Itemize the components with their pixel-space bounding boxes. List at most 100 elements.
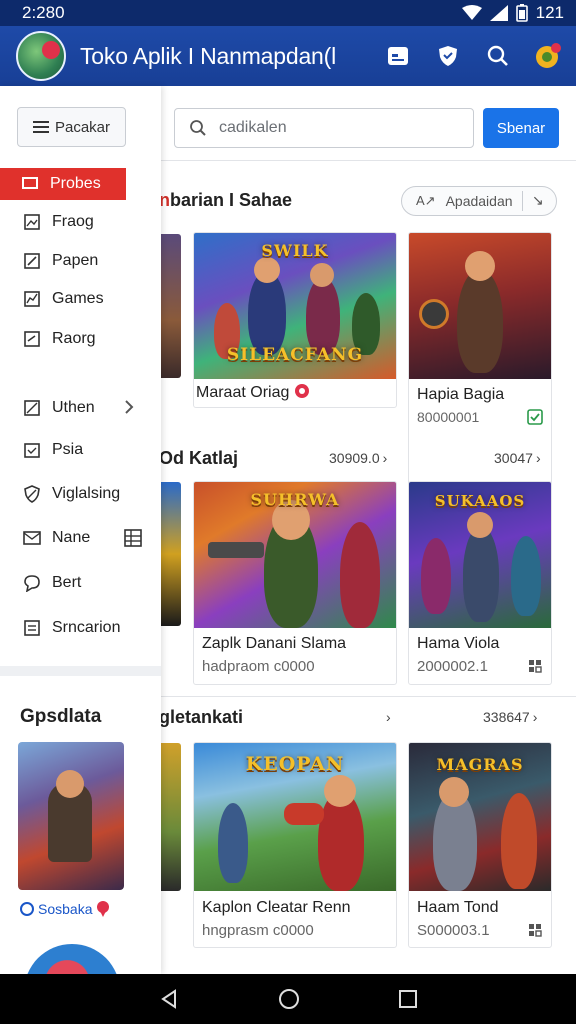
game-card[interactable]: SWILK SILEACFANG Maraat Oriag — [193, 232, 397, 408]
art-title: SILEACFANG — [226, 345, 364, 365]
game-card-name: Zaplk Danani Slama — [202, 635, 347, 652]
search-icon — [190, 120, 206, 136]
nav-item-label: Psia — [52, 441, 84, 458]
card-peek[interactable] — [161, 743, 181, 891]
section-link-left[interactable]: 30909.0 › — [329, 450, 387, 466]
nav-item-label: Raorg — [52, 330, 96, 347]
game-card[interactable]: MAGRAS Haam Tond S000003.1 — [408, 742, 552, 948]
back-icon[interactable] — [158, 988, 180, 1010]
drawer-divider — [0, 666, 161, 676]
nav-item-fraog[interactable]: Fraog — [0, 205, 94, 239]
system-navigation-bar — [0, 974, 576, 1024]
nav-item-papen[interactable]: Papen — [0, 244, 98, 278]
nav-item-psia[interactable]: Psia — [0, 433, 83, 467]
featured-game-image[interactable] — [18, 742, 124, 890]
arrow-icon[interactable]: ↘ — [532, 192, 544, 209]
search-divider — [161, 160, 576, 161]
status-icons: 121 — [461, 3, 564, 23]
nav-item-srncarion[interactable]: Srncarion — [0, 611, 120, 645]
search-input[interactable] — [219, 119, 459, 137]
profile-avatar-icon[interactable] — [532, 40, 564, 72]
card-peek[interactable] — [161, 234, 181, 378]
nav-item-games[interactable]: Games — [0, 282, 104, 316]
chevron-right-icon — [125, 400, 134, 414]
nav-item-raorg[interactable]: Raorg — [0, 322, 96, 356]
section-link-right[interactable]: 338647 › — [483, 709, 537, 725]
nav-item-nane[interactable]: Nane — [0, 521, 142, 555]
section-title-1: nbarian I Sahae — [161, 190, 293, 210]
chevron-right-icon: › — [532, 709, 538, 725]
nav-item-label: Srncarion — [52, 619, 121, 636]
menu-button-label: Pacakar — [54, 118, 111, 136]
game-card-image: KEOPAN — [194, 743, 396, 891]
monitor-icon — [20, 174, 40, 194]
install-icon[interactable] — [527, 409, 543, 425]
app-logo[interactable] — [16, 31, 66, 81]
section-link-left[interactable]: › — [386, 709, 391, 725]
chevron-right-icon: › — [535, 450, 541, 466]
image-icon — [22, 212, 42, 232]
store-icon[interactable] — [382, 40, 414, 72]
game-card-name: Kaplon Cleatar Renn — [202, 899, 351, 916]
app-bar: Toko Aplik I Nanmapdan(l — [0, 26, 576, 86]
art-title: MAGRAS — [436, 755, 524, 774]
status-right-text: 121 — [535, 3, 564, 22]
rating-icon — [294, 384, 309, 398]
recents-icon[interactable] — [398, 989, 418, 1009]
shield-icon[interactable] — [432, 40, 464, 72]
featured-game-label[interactable]: Sosbaka — [20, 901, 110, 917]
section-title-3: gletankati — [161, 707, 244, 727]
nav-item-label: Uthen — [52, 399, 95, 416]
navigation-drawer: Pacakar Probes Fraog Papen Games Raorg U… — [0, 86, 161, 974]
sort-icon: A↗ — [416, 193, 436, 208]
grid-icon[interactable] — [124, 529, 142, 547]
search-icon[interactable] — [482, 40, 514, 72]
menu-button[interactable]: Pacakar — [17, 107, 126, 147]
card-peek[interactable] — [161, 482, 181, 626]
nav-item-label: Fraog — [52, 213, 94, 230]
section-link-right[interactable]: 30047 › — [494, 450, 541, 466]
game-card-sub: hadpraom c0000 — [202, 658, 315, 675]
game-card-image: SUKAAOS — [409, 482, 551, 628]
badge-icon — [20, 902, 34, 916]
art-title: SUHRWA — [250, 490, 340, 509]
grid-icon[interactable] — [527, 922, 543, 938]
game-card[interactable]: SUHRWA Zaplk Danani Slama hadpraom c0000 — [193, 481, 397, 685]
search-button[interactable]: Sbenar — [483, 108, 559, 148]
game-card[interactable]: KEOPAN Kaplon Cleatar Renn hngprasm c000… — [193, 742, 397, 948]
game-card-sub: S000003.1 — [417, 922, 490, 939]
nav-item-probes[interactable]: Probes — [0, 168, 126, 200]
home-icon[interactable] — [277, 987, 301, 1011]
nav-item-viglalsing[interactable]: Viglalsing — [0, 477, 120, 511]
nav-item-uthen[interactable]: Uthen — [0, 391, 134, 425]
wifi-icon — [461, 5, 482, 20]
shield-check-icon — [22, 484, 42, 504]
nav-item-label: Papen — [52, 252, 99, 269]
game-card[interactable]: SUKAAOS Hama Viola 2000002.1 — [408, 481, 552, 685]
nav-item-label: Games — [52, 290, 104, 307]
drawer-featured-heading: Gpsdlata — [20, 706, 102, 727]
hamburger-icon — [32, 121, 49, 133]
section-divider — [161, 696, 576, 697]
art-title: SUKAAOS — [434, 492, 526, 510]
game-card-image: MAGRAS — [409, 743, 551, 891]
game-card-name: Maraat Oriag — [196, 383, 310, 402]
status-bar: 2:280 121 — [0, 0, 576, 26]
nav-item-label: Nane — [52, 529, 91, 546]
chevron-right-icon: › — [382, 450, 388, 466]
main-content: Sbenar nbarian I Sahae A↗ Apadaidan ↘ SW… — [161, 86, 576, 974]
search-field[interactable] — [174, 108, 474, 148]
art-title: SWILK — [261, 241, 329, 260]
game-card-sub: hngprasm c0000 — [202, 922, 314, 939]
section-filter-pill[interactable]: A↗ Apadaidan ↘ — [401, 186, 557, 216]
game-card[interactable]: Hapia Bagia 80000001 — [408, 232, 552, 522]
drawer-avatar[interactable] — [24, 944, 120, 974]
signal-icon — [489, 5, 508, 21]
battery-icon — [515, 4, 528, 22]
nav-item-bert[interactable]: Bert — [0, 566, 81, 600]
mail-check-icon — [22, 528, 42, 548]
grid-icon[interactable] — [527, 658, 543, 674]
nav-item-label: Bert — [52, 574, 82, 591]
chat-icon — [22, 573, 42, 593]
box-icon — [22, 398, 42, 418]
